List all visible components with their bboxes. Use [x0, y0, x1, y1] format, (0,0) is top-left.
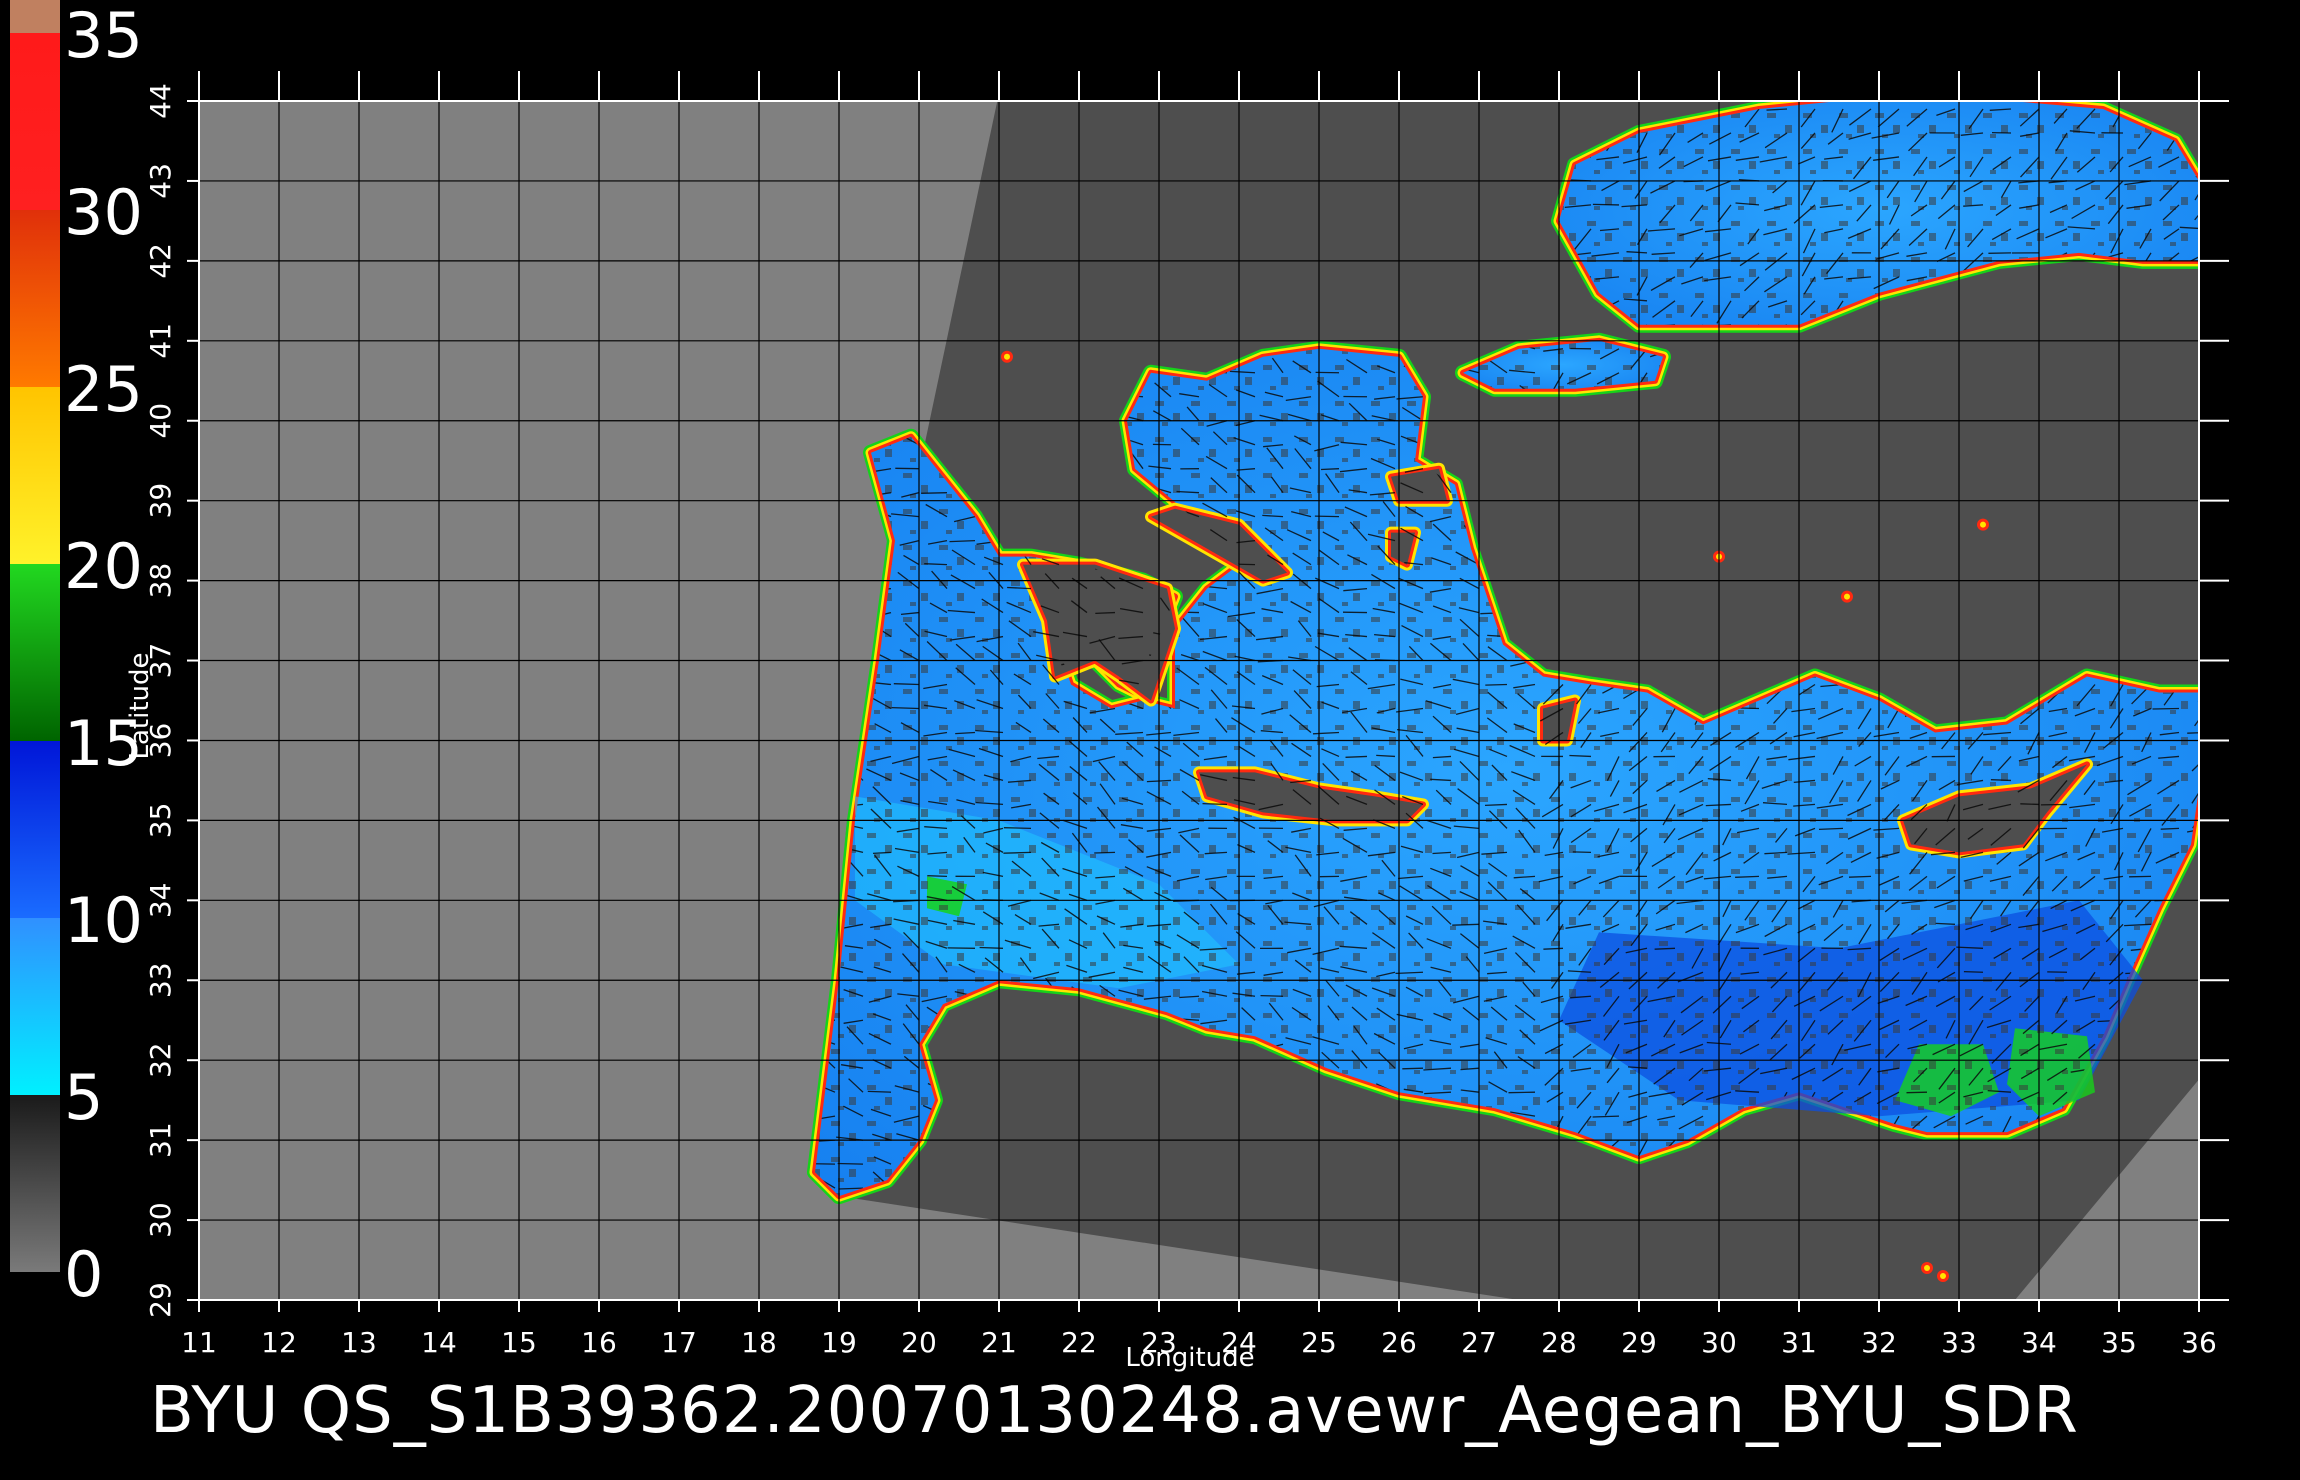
lon-tick-label: 34 — [2021, 1326, 2057, 1359]
wind-vector — [921, 492, 948, 494]
wind-vector — [927, 875, 948, 878]
wind-vector — [1452, 923, 1480, 926]
colorbar-label: 25 — [64, 353, 143, 426]
lon-tick-label: 17 — [661, 1326, 697, 1359]
colorbar-segment — [10, 1095, 60, 1272]
colorbar-segment — [10, 564, 60, 741]
lon-tick-label: 32 — [1861, 1326, 1897, 1359]
lon-tick-label: 11 — [181, 1326, 217, 1359]
lat-tick-label: 40 — [144, 403, 177, 439]
lon-tick-label: 19 — [821, 1326, 857, 1359]
lon-tick-label: 26 — [1381, 1326, 1417, 1359]
wind-vector — [1543, 947, 1564, 950]
lon-tick-label: 36 — [2181, 1326, 2217, 1359]
figure-title: BYU QS_S1B39362.20070130248.avewr_Aegean… — [150, 1374, 2079, 1448]
lat-tick-label: 29 — [144, 1282, 177, 1318]
wind-vector — [2160, 827, 2180, 830]
colorbar-label: 20 — [64, 530, 143, 603]
lon-tick-label: 16 — [581, 1326, 617, 1359]
map-figure: 05101520253035 11 12 13 14 15 16 17 18 19 20 21 22 2… — [10, 0, 2229, 1448]
colorbar-segment — [10, 0, 60, 34]
colorbar-label: 30 — [64, 176, 143, 249]
wind-vector — [1202, 802, 1228, 806]
wind-vector — [1095, 611, 1116, 615]
lon-tick-label: 25 — [1301, 1326, 1337, 1359]
speck-core-3 — [1924, 1265, 1930, 1272]
lat-tick-label: 42 — [144, 243, 177, 279]
lon-tick-label: 31 — [1781, 1326, 1817, 1359]
wind-vector — [1485, 683, 1508, 686]
lon-tick-label: 13 — [341, 1326, 377, 1359]
wind-vector — [1906, 1091, 1928, 1094]
wind-vector — [1003, 827, 1032, 830]
lon-tick-label: 22 — [1061, 1326, 1097, 1359]
wind-vector — [1592, 1115, 1620, 1118]
lon-tick-label: 29 — [1621, 1326, 1657, 1359]
lon-tick-label: 33 — [1941, 1326, 1977, 1359]
colorbar-label: 10 — [64, 884, 143, 957]
colorbar — [10, 0, 60, 1272]
lat-tick-label: 43 — [144, 163, 177, 199]
lon-tick-label: 35 — [2101, 1326, 2137, 1359]
lon-tick-label: 18 — [741, 1326, 777, 1359]
lon-tick-label: 21 — [981, 1326, 1017, 1359]
colorbar-segment — [10, 918, 60, 1095]
lat-tick-label: 38 — [144, 563, 177, 599]
colorbar-label: 5 — [64, 1061, 103, 1134]
colorbar-segment — [10, 741, 60, 918]
speck-core-0 — [1980, 521, 1986, 528]
wind-vector — [2187, 731, 2199, 734]
wind-vector — [1003, 851, 1032, 854]
wind-vector — [1402, 1067, 1424, 1070]
lon-tick-label: 27 — [1461, 1326, 1497, 1359]
speck-core-5 — [1004, 353, 1010, 360]
wind-vector — [1320, 468, 1340, 471]
lat-tick-label: 41 — [144, 323, 177, 359]
speck-core-4 — [1940, 1273, 1946, 1280]
lon-tick-label: 20 — [901, 1326, 937, 1359]
lon-tick-label: 14 — [421, 1326, 457, 1359]
wind-vector — [838, 1187, 864, 1190]
wind-vector — [924, 563, 948, 566]
wind-vector — [1654, 947, 1676, 950]
wind-vector — [1260, 994, 1284, 997]
colorbar-segment — [10, 33, 60, 210]
colorbar-label: 35 — [64, 0, 143, 72]
wind-vector — [2020, 803, 2040, 806]
colorbar-segment — [10, 210, 60, 387]
lat-tick-label: 34 — [144, 883, 177, 919]
wind-vector — [1592, 203, 1620, 206]
lat-tick-label: 32 — [144, 1042, 177, 1078]
wind-vector — [1935, 922, 1956, 925]
wind-vector — [1963, 970, 1984, 973]
wind-vector — [891, 706, 920, 710]
y-axis-title: Latitude — [125, 652, 155, 759]
wind-vector — [1094, 851, 1116, 854]
wind-vector — [1508, 1091, 1536, 1094]
wind-vector — [893, 683, 920, 686]
lat-tick-label: 30 — [144, 1202, 177, 1238]
lon-tick-label: 12 — [261, 1326, 297, 1359]
map-area — [199, 101, 2199, 1300]
lat-tick-label: 44 — [144, 83, 177, 119]
wind-vector — [1345, 755, 1368, 758]
wind-vector — [1848, 875, 1872, 878]
speck-core-1 — [1844, 593, 1850, 600]
lat-tick-label: 33 — [144, 962, 177, 998]
colorbar-segment — [10, 387, 60, 564]
lon-tick-label: 28 — [1541, 1326, 1577, 1359]
wind-vector — [837, 1162, 864, 1165]
lat-tick-label: 31 — [144, 1122, 177, 1158]
lon-tick-label: 30 — [1701, 1326, 1737, 1359]
lat-tick-label: 39 — [144, 483, 177, 519]
wind-vector — [867, 1090, 892, 1093]
lat-tick-label: 35 — [144, 803, 177, 839]
wind-vector — [2152, 707, 2180, 710]
x-axis-title: Longitude — [1125, 1343, 1254, 1373]
lon-tick-label: 15 — [501, 1326, 537, 1359]
colorbar-label: 0 — [64, 1238, 103, 1311]
wind-vector — [1990, 779, 2012, 782]
